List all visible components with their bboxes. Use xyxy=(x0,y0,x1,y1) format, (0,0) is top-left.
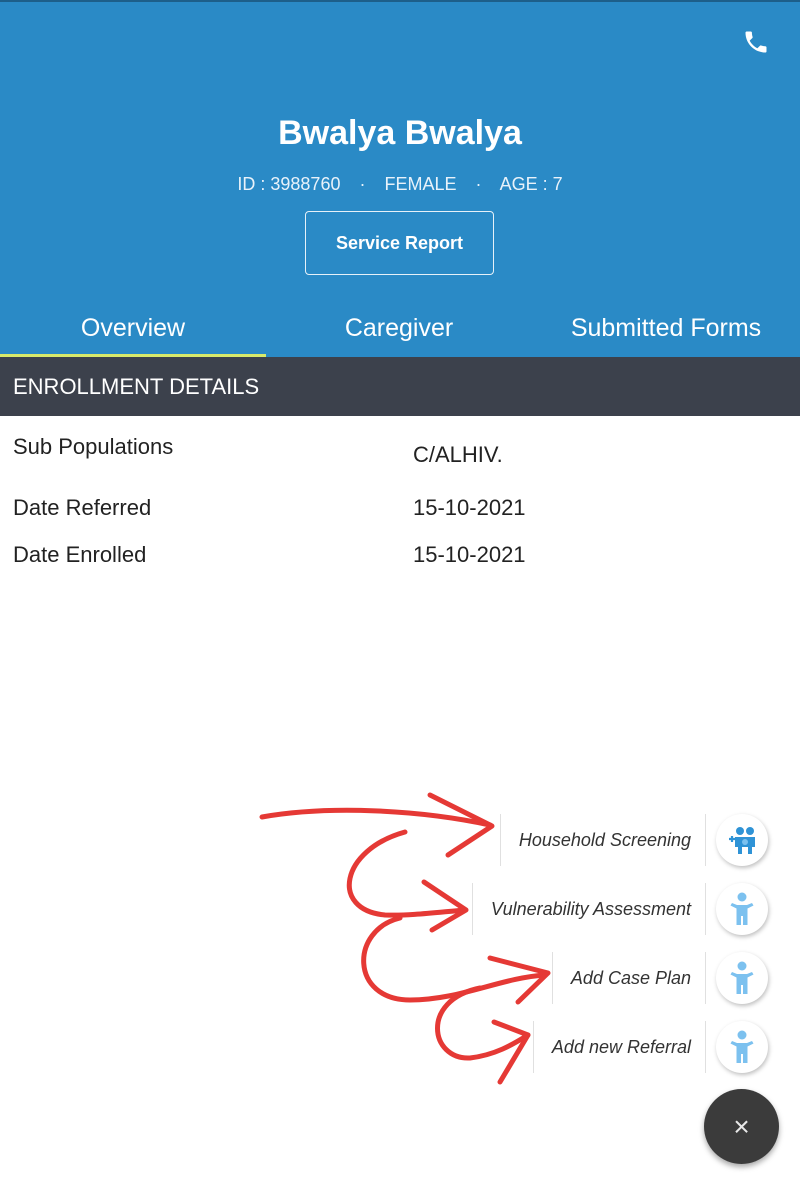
tab-caregiver[interactable]: Caregiver xyxy=(266,298,532,359)
add-new-referral-button[interactable] xyxy=(716,1021,768,1073)
patient-meta: ID : 3988760 · FEMALE · AGE : 7 xyxy=(0,174,800,195)
fab-item-household-screening[interactable]: Household Screening xyxy=(499,814,768,866)
profile-header: Bwalya Bwalya ID : 3988760 · FEMALE · AG… xyxy=(0,0,800,359)
annotation-arrow xyxy=(491,1019,531,1085)
fab-item-add-case-plan[interactable]: Add Case Plan xyxy=(551,952,768,1004)
patient-age: AGE : 7 xyxy=(499,174,563,194)
date-referred-label: Date Referred xyxy=(13,495,152,520)
tab-overview[interactable]: Overview xyxy=(0,298,266,359)
fab-item-vulnerability-assessment[interactable]: Vulnerability Assessment xyxy=(471,883,768,935)
annotation-arrow xyxy=(259,807,493,828)
fab-item-add-new-referral[interactable]: Add new Referral xyxy=(532,1021,768,1073)
date-enrolled-value: 15-10-2021 xyxy=(413,542,526,567)
child-icon xyxy=(730,1030,754,1063)
date-enrolled-label: Date Enrolled xyxy=(13,542,147,567)
patient-sex: FEMALE xyxy=(384,174,457,194)
tab-submitted-forms[interactable]: Submitted Forms xyxy=(533,298,799,359)
call-button[interactable] xyxy=(738,24,774,60)
annotation-arrow xyxy=(421,879,469,933)
annotation-arrow xyxy=(346,829,468,918)
annotation-arrow xyxy=(487,955,551,1005)
fab-close-button[interactable]: × xyxy=(704,1089,779,1164)
annotation-arrow xyxy=(427,792,495,858)
annotation-arrow xyxy=(435,985,531,1061)
enrollment-details-heading: ENROLLMENT DETAILS xyxy=(0,357,800,416)
patient-name: Bwalya Bwalya xyxy=(278,114,522,152)
phone-icon xyxy=(745,31,767,53)
fab-label[interactable]: Household Screening xyxy=(499,814,706,866)
add-case-plan-button[interactable] xyxy=(716,952,768,1004)
patient-id: ID : 3988760 xyxy=(237,174,341,194)
family-icon xyxy=(729,827,755,854)
household-screening-button[interactable] xyxy=(716,814,768,866)
separator-dot: · xyxy=(359,174,366,194)
child-icon xyxy=(730,892,754,925)
sub-populations-label: Sub Populations xyxy=(13,434,174,459)
tab-bar: Overview Caregiver Submitted Forms xyxy=(0,298,800,359)
service-report-button[interactable]: Service Report xyxy=(305,211,494,275)
date-referred-value: 15-10-2021 xyxy=(413,495,526,520)
vulnerability-assessment-button[interactable] xyxy=(716,883,768,935)
fab-label[interactable]: Add new Referral xyxy=(532,1021,706,1073)
child-icon xyxy=(730,961,754,994)
separator-dot: · xyxy=(475,174,482,194)
sub-populations-value: C/ALHIV. xyxy=(413,442,503,467)
fab-label[interactable]: Vulnerability Assessment xyxy=(471,883,706,935)
fab-label[interactable]: Add Case Plan xyxy=(551,952,706,1004)
